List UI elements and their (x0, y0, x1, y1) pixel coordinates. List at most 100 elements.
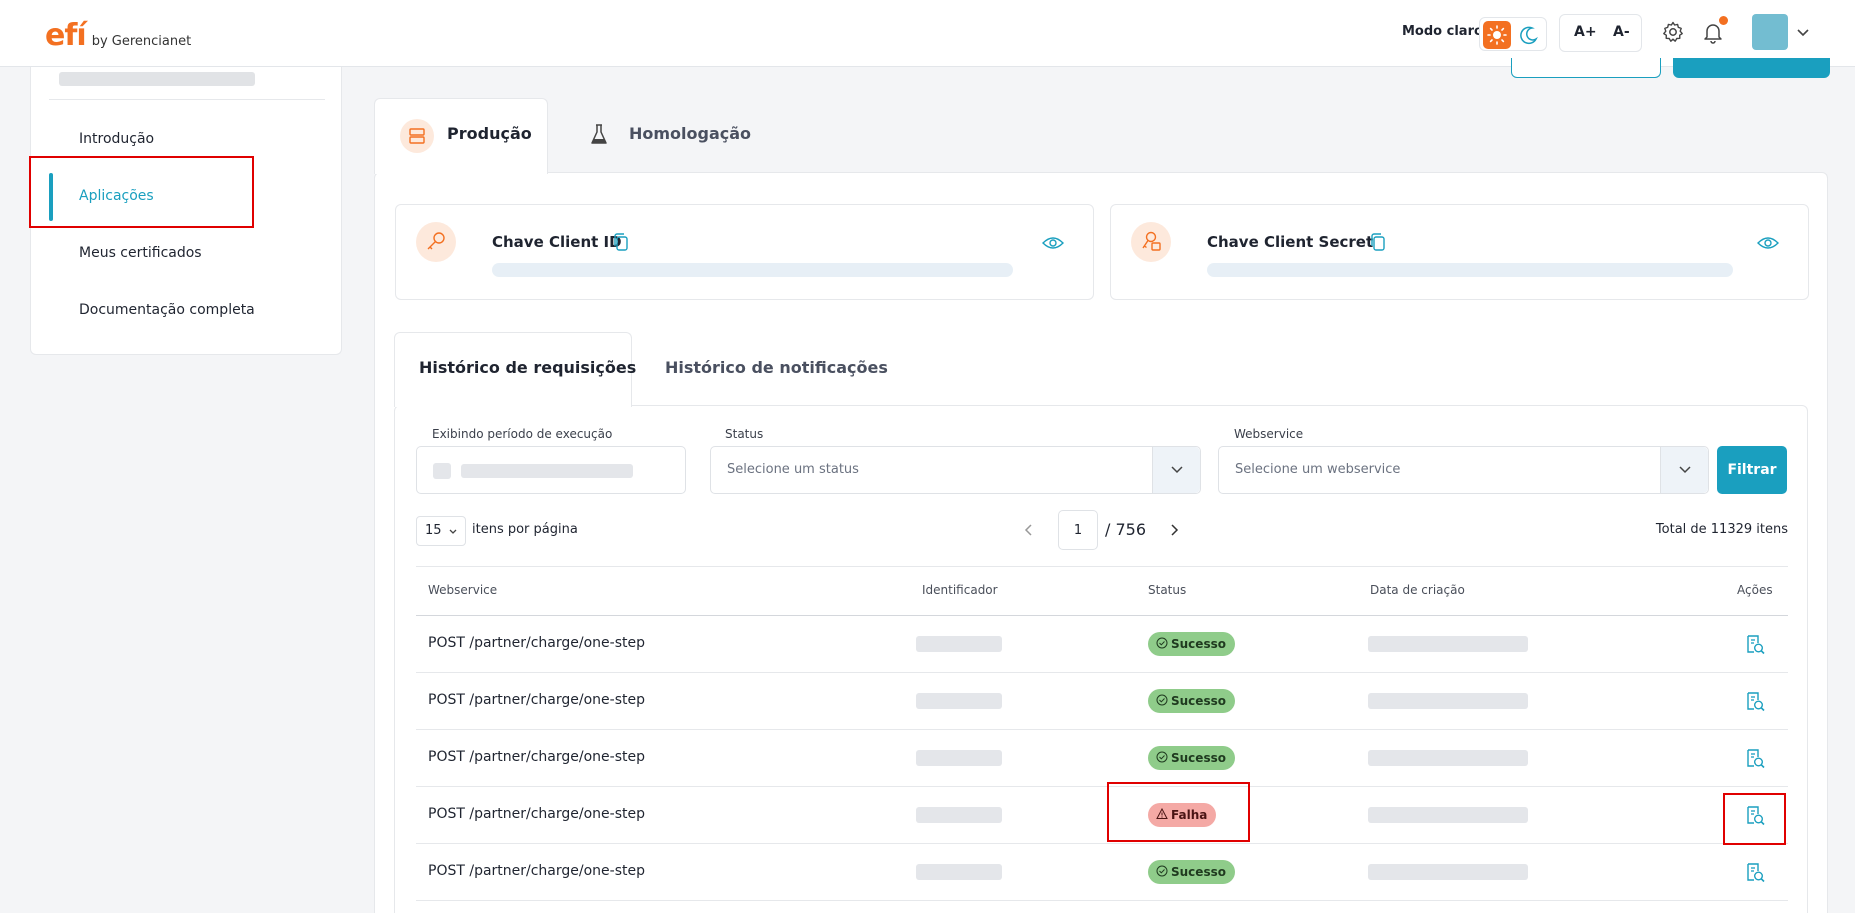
check-circle-icon (1156, 865, 1168, 877)
copy-icon[interactable] (611, 232, 631, 252)
th-webservice: Webservice (428, 583, 498, 597)
status-select[interactable]: Selecione um status (710, 446, 1201, 494)
table-row[interactable]: POST /partner/charge/one-step Falha (416, 787, 1788, 844)
check-circle-icon (1156, 751, 1168, 763)
logo[interactable]: efí by Gerencianet (45, 18, 191, 53)
client-id-card: Chave Client ID (395, 204, 1094, 300)
table-divider (416, 566, 1788, 567)
status-badge-label: Sucesso (1171, 694, 1226, 708)
cell-identificador-redacted (916, 636, 1002, 652)
copy-icon[interactable] (1368, 232, 1388, 252)
chevron-down-icon (449, 529, 457, 534)
total-items: Total de 11329 itens (1655, 522, 1788, 537)
th-identificador: Identificador (922, 583, 998, 597)
cell-identificador-redacted (916, 693, 1002, 709)
client-id-value-masked (492, 263, 1013, 277)
logo-sub-text: by Gerencianet (91, 34, 192, 49)
page-number-input[interactable]: 1 (1058, 510, 1098, 550)
cell-data-redacted (1368, 693, 1528, 709)
cell-webservice: POST /partner/charge/one-step (428, 692, 645, 708)
per-page-select[interactable]: 15 (416, 516, 466, 546)
webservice-placeholder: Selecione um webservice (1235, 462, 1401, 477)
highlight-box-action (1723, 793, 1786, 845)
eye-icon[interactable] (1757, 235, 1779, 251)
table-row[interactable]: POST /partner/charge/one-step Sucesso (416, 730, 1788, 787)
client-id-label: Chave Client ID (492, 233, 622, 251)
font-decrease-button[interactable]: A- (1613, 24, 1630, 40)
status-label: Status (725, 427, 764, 441)
cell-webservice: POST /partner/charge/one-step (428, 806, 645, 822)
status-badge-label: Sucesso (1171, 751, 1226, 765)
th-data: Data de criação (1370, 583, 1465, 597)
lock-key-icon (1131, 222, 1171, 262)
theme-toggle[interactable] (1479, 17, 1547, 51)
mode-label: Modo claro (1402, 24, 1483, 39)
primary-action-button[interactable] (1673, 58, 1830, 78)
secondary-action-button[interactable] (1511, 58, 1661, 78)
tab-homologacao[interactable]: Homologação (629, 124, 751, 143)
status-badge: Sucesso (1148, 746, 1235, 770)
page-total: / 756 (1105, 520, 1147, 539)
status-badge-label: Sucesso (1171, 865, 1226, 879)
search-document-icon[interactable] (1744, 862, 1766, 884)
tab-producao[interactable]: Produção (447, 124, 532, 143)
check-circle-icon (1156, 637, 1168, 649)
search-document-icon[interactable] (1744, 634, 1766, 656)
cell-identificador-redacted (916, 807, 1002, 823)
sidebar-item-introducao[interactable]: Introdução (79, 131, 154, 147)
server-icon (400, 119, 434, 153)
per-page-value: 15 (425, 523, 442, 538)
cell-data-redacted (1368, 807, 1528, 823)
highlight-box-sidebar (29, 156, 254, 228)
chevron-down-icon[interactable] (1660, 447, 1708, 493)
client-secret-card: Chave Client Secret (1110, 204, 1809, 300)
search-document-icon[interactable] (1744, 691, 1766, 713)
account-name-redacted (59, 72, 255, 86)
avatar[interactable] (1752, 14, 1788, 50)
cell-webservice: POST /partner/charge/one-step (428, 863, 645, 879)
status-placeholder: Selecione um status (727, 462, 859, 477)
cell-webservice: POST /partner/charge/one-step (428, 635, 645, 651)
status-badge: Sucesso (1148, 632, 1235, 656)
webservice-label: Webservice (1234, 427, 1304, 441)
key-icon (416, 222, 456, 262)
client-secret-value-masked (1207, 263, 1733, 277)
chevron-down-icon[interactable] (1795, 24, 1811, 40)
cell-webservice: POST /partner/charge/one-step (428, 749, 645, 765)
table-row[interactable]: POST /partner/charge/one-step Sucesso (416, 616, 1788, 673)
moon-icon[interactable] (1518, 24, 1540, 46)
status-badge: Sucesso (1148, 689, 1235, 713)
tab-notificacoes[interactable]: Histórico de notificações (665, 358, 888, 377)
search-document-icon[interactable] (1744, 748, 1766, 770)
tab-requisicoes[interactable]: Histórico de requisições (419, 358, 636, 377)
cell-data-redacted (1368, 636, 1528, 652)
status-badge: Sucesso (1148, 860, 1235, 884)
cell-data-redacted (1368, 750, 1528, 766)
chevron-left-icon[interactable] (1021, 522, 1037, 538)
notification-dot (1719, 16, 1728, 25)
filter-button[interactable]: Filtrar (1717, 446, 1787, 494)
chevron-down-icon[interactable] (1152, 447, 1200, 493)
flask-icon (589, 123, 609, 147)
table-row[interactable]: POST /partner/charge/one-step Sucesso (416, 673, 1788, 730)
th-status: Status (1148, 583, 1187, 597)
font-increase-button[interactable]: A+ (1574, 24, 1597, 40)
sidebar-item-certificados[interactable]: Meus certificados (79, 245, 202, 261)
cell-data-redacted (1368, 864, 1528, 880)
sun-icon[interactable] (1483, 21, 1511, 49)
period-input[interactable] (416, 446, 686, 494)
eye-icon[interactable] (1042, 235, 1064, 251)
sidebar-item-documentacao[interactable]: Documentação completa (79, 302, 255, 318)
per-page-label: itens por página (472, 522, 578, 537)
table-row[interactable]: POST /partner/charge/one-step Sucesso (416, 844, 1788, 901)
status-badge-label: Sucesso (1171, 637, 1226, 651)
cell-identificador-redacted (916, 864, 1002, 880)
chevron-right-icon[interactable] (1166, 522, 1182, 538)
check-circle-icon (1156, 694, 1168, 706)
webservice-select[interactable]: Selecione um webservice (1218, 446, 1709, 494)
gear-icon[interactable] (1661, 20, 1685, 44)
cell-identificador-redacted (916, 750, 1002, 766)
th-acoes: Ações (1737, 583, 1773, 597)
top-header: efí by Gerencianet Modo claro A+ A- (0, 0, 1855, 67)
logo-main-text: efí (45, 18, 87, 53)
